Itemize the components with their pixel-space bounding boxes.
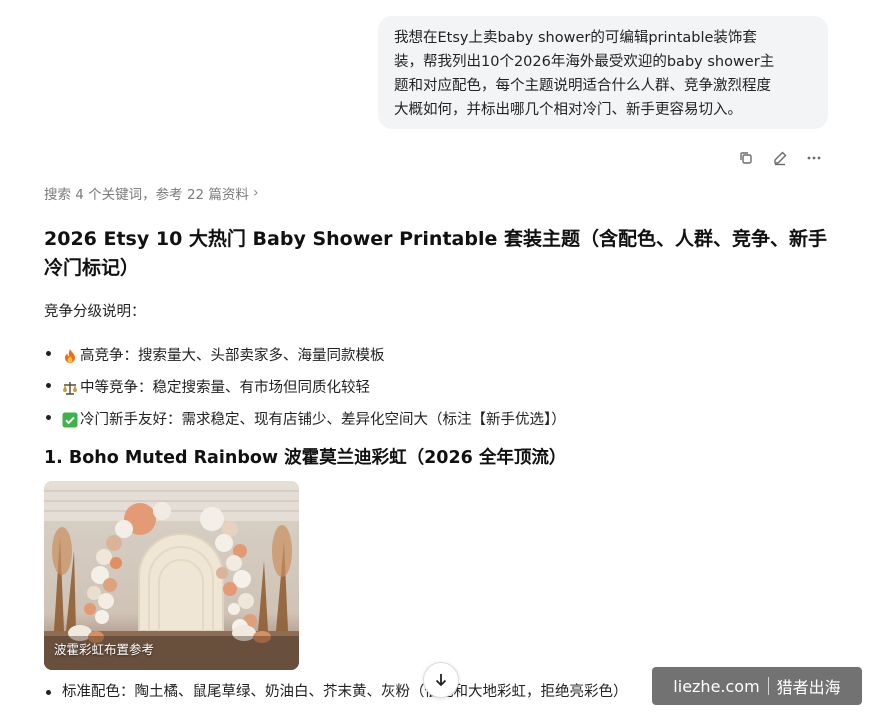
watermark-divider bbox=[767, 677, 769, 695]
user-message-line: 装，帮我列出10个2026年海外最受欢迎的baby shower主 bbox=[394, 54, 775, 70]
message-actions bbox=[736, 148, 824, 168]
user-message-line: 大概如何，并标出哪几个相对冷门、新手更容易切入。 bbox=[394, 102, 742, 118]
check-mark-emoji-icon bbox=[62, 412, 78, 428]
search-summary-link[interactable]: 搜索 4 个关键词，参考 22 篇资料 › bbox=[44, 183, 259, 203]
watermark-name: 猎者出海 bbox=[776, 678, 841, 697]
list-item-text: 高竞争：搜索量大、头部卖家多、海量同款模板 bbox=[80, 348, 385, 364]
list-item: 冷门新手友好：需求稳定、现有店铺少、差异化空间大（标注【新手优选】） bbox=[44, 404, 566, 436]
reference-photo[interactable]: 波霍彩虹布置参考 bbox=[44, 481, 299, 670]
fire-emoji-icon bbox=[65, 349, 75, 363]
more-icon[interactable] bbox=[804, 148, 824, 168]
watermark-site: liezhe.com bbox=[673, 676, 760, 696]
chevron-right-icon: › bbox=[252, 185, 259, 201]
list-item-text: 中等竞争：稳定搜索量、有市场但同质化较轻 bbox=[80, 380, 370, 396]
color-scheme-text: 标准配色：陶土橘、鼠尾草绿、奶油白、芥末黄、灰粉（低饱和大地彩虹，拒绝亮彩色） bbox=[62, 684, 628, 700]
answer-title-line: 2026 Etsy 10 大热门 Baby Shower Printable 套… bbox=[44, 228, 827, 250]
arrow-down-icon bbox=[435, 674, 447, 687]
balance-scale-emoji-icon bbox=[63, 382, 77, 395]
user-message-line: 题和对应配色，每个主题说明适合什么人群、竞争激烈程度 bbox=[394, 78, 771, 94]
list-item: 中等竞争：稳定搜索量、有市场但同质化较轻 bbox=[44, 372, 566, 404]
watermark: liezhe.com 猎者出海 bbox=[652, 667, 862, 705]
competition-level-list: 高竞争：搜索量大、头部卖家多、海量同款模板 中等竞争：稳定搜索量、有市场但同质化… bbox=[44, 340, 566, 436]
list-item: 高竞争：搜索量大、头部卖家多、海量同款模板 bbox=[44, 340, 566, 372]
section-heading: 1. Boho Muted Rainbow 波霍莫兰迪彩虹（2026 全年顶流） bbox=[44, 448, 567, 468]
competition-label: 竞争分级说明： bbox=[44, 304, 146, 320]
answer-title-line: 冷门标记） bbox=[44, 257, 140, 279]
edit-icon[interactable] bbox=[770, 148, 790, 168]
copy-icon[interactable] bbox=[736, 148, 756, 168]
image-caption: 波霍彩虹布置参考 bbox=[54, 642, 155, 657]
list-item: 标准配色：陶土橘、鼠尾草绿、奶油白、芥末黄、灰粉（低饱和大地彩虹，拒绝亮彩色） bbox=[44, 679, 628, 705]
user-message-line: 我想在Etsy上卖baby shower的可编辑printable装饰套 bbox=[394, 30, 757, 46]
user-message-bubble: 我想在Etsy上卖baby shower的可编辑printable装饰套 装，帮… bbox=[378, 16, 828, 129]
search-summary-text: 搜索 4 个关键词，参考 22 篇资料 bbox=[44, 187, 249, 203]
scroll-to-bottom-button[interactable] bbox=[423, 662, 459, 698]
list-item-text: 冷门新手友好：需求稳定、现有店铺少、差异化空间大（标注【新手优选】） bbox=[80, 412, 566, 428]
answer-title: 2026 Etsy 10 大热门 Baby Shower Printable 套… bbox=[44, 225, 834, 283]
